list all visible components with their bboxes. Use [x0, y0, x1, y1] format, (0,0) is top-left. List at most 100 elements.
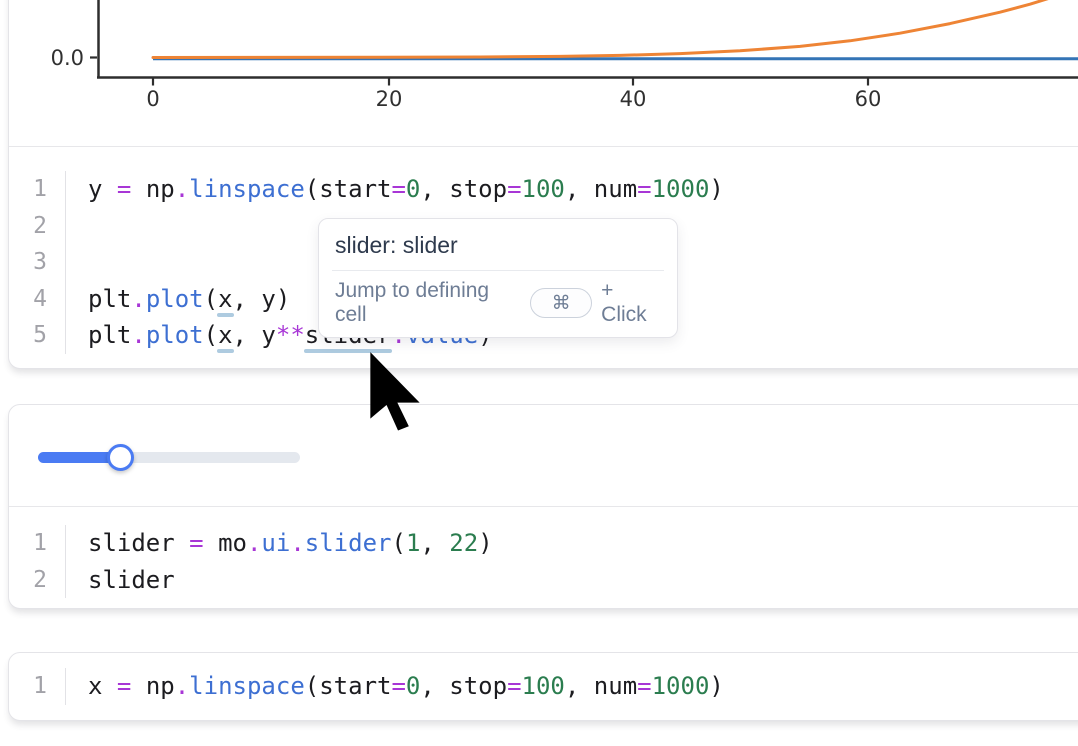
cell-output-divider: [9, 146, 1078, 147]
code-token: =: [637, 672, 651, 700]
code-token: 1: [406, 529, 420, 557]
code-token: x: [88, 672, 102, 700]
code-token: 100: [522, 672, 565, 700]
code-token: .: [175, 672, 189, 700]
code-token: 1000: [652, 672, 710, 700]
code-token: plt: [88, 285, 131, 313]
code-token: =: [391, 175, 405, 203]
code-text[interactable]: slider = mo.ui.slider(1, 22): [66, 529, 493, 557]
code-token: [175, 529, 189, 557]
code-token: ): [709, 175, 723, 203]
variable-tooltip: slider: slider Jump to defining cell ⌘ +…: [318, 218, 678, 338]
code-token: =: [507, 672, 521, 700]
code-token: 0: [406, 175, 420, 203]
code-token: mo: [218, 529, 247, 557]
line-number: 4: [9, 281, 66, 318]
code-token: plot: [146, 285, 204, 313]
code-token: 100: [522, 175, 565, 203]
code-token: .: [131, 321, 145, 349]
code-token: slider: [305, 529, 392, 557]
code-token: 1000: [652, 175, 710, 203]
code-token: **: [276, 321, 305, 349]
slider-track[interactable]: [38, 452, 300, 463]
tooltip-shortcut-suffix: + Click: [601, 279, 663, 327]
code-token: np: [146, 672, 175, 700]
tooltip-action-label: Jump to defining cell: [335, 279, 521, 327]
marimo-notebook: 0.0 0 20 40 60 1y = np.linspace(start=0,…: [0, 0, 1078, 746]
tooltip-title: slider: slider: [319, 219, 677, 270]
code-token: num: [594, 672, 637, 700]
code-editor-x-cell[interactable]: 1x = np.linspace(start=0, stop=100, num=…: [9, 668, 1069, 705]
code-token: ,: [420, 672, 449, 700]
code-token: linspace: [189, 175, 305, 203]
code-token: (: [305, 175, 319, 203]
code-token: (: [391, 529, 405, 557]
code-line[interactable]: 1slider = mo.ui.slider(1, 22): [9, 525, 1069, 562]
code-token: ui: [261, 529, 290, 557]
code-token: num: [594, 175, 637, 203]
code-token: ): [276, 285, 290, 313]
code-token: .: [290, 529, 304, 557]
code-token: [102, 672, 116, 700]
line-number: 3: [9, 244, 66, 281]
tooltip-action-row: Jump to defining cell ⌘ + Click: [319, 271, 677, 337]
code-token: ): [478, 529, 492, 557]
code-token: ): [709, 672, 723, 700]
code-token: plt: [88, 321, 131, 349]
code-token: [102, 175, 116, 203]
code-token: x: [218, 285, 232, 313]
code-token: (: [204, 285, 218, 313]
code-token: stop: [449, 672, 507, 700]
code-text[interactable]: y = np.linspace(start=0, stop=100, num=1…: [66, 175, 724, 203]
mouse-cursor-icon: [369, 351, 423, 434]
code-token: ,: [420, 529, 449, 557]
code-token: 22: [449, 529, 478, 557]
code-token: slider: [88, 529, 175, 557]
code-token: ,: [233, 285, 262, 313]
code-token: =: [391, 672, 405, 700]
code-line[interactable]: 1y = np.linspace(start=0, stop=100, num=…: [9, 171, 1069, 208]
code-token: =: [189, 529, 203, 557]
code-token: plot: [146, 321, 204, 349]
code-token: ,: [420, 175, 449, 203]
code-token: x: [218, 321, 232, 349]
code-line[interactable]: 1x = np.linspace(start=0, stop=100, num=…: [9, 668, 1069, 705]
code-editor-slider-cell[interactable]: 1slider = mo.ui.slider(1, 22)2slider: [9, 525, 1069, 598]
line-number: 1: [9, 525, 66, 562]
code-text[interactable]: plt.plot(x, y): [66, 285, 290, 313]
code-token: start: [319, 672, 391, 700]
line-number: 2: [9, 562, 66, 599]
code-token: [131, 672, 145, 700]
code-token: y: [261, 285, 275, 313]
code-token: y: [261, 321, 275, 349]
code-token: .: [131, 285, 145, 313]
code-token: =: [117, 672, 131, 700]
command-key-badge: ⌘: [530, 288, 592, 318]
code-token: np: [146, 175, 175, 203]
code-token: (: [204, 321, 218, 349]
code-token: =: [507, 175, 521, 203]
code-token: (: [305, 672, 319, 700]
line-number: 5: [9, 317, 66, 354]
code-token: .: [175, 175, 189, 203]
line-number: 1: [9, 668, 66, 705]
code-token: start: [319, 175, 391, 203]
code-token: [204, 529, 218, 557]
code-token: [131, 175, 145, 203]
code-token: ,: [233, 321, 262, 349]
code-text[interactable]: x = np.linspace(start=0, stop=100, num=1…: [66, 672, 724, 700]
code-token: ,: [565, 175, 594, 203]
line-number: 2: [9, 208, 66, 245]
code-token: y: [88, 175, 102, 203]
code-token: stop: [449, 175, 507, 203]
cell-output-divider: [9, 506, 1078, 507]
code-token: .: [247, 529, 261, 557]
code-text[interactable]: slider: [66, 566, 175, 594]
code-line[interactable]: 2 slider: [9, 562, 1069, 599]
code-token: 0: [406, 672, 420, 700]
slider-handle[interactable]: [107, 444, 134, 471]
code-token: slider: [88, 566, 175, 594]
code-token: ,: [565, 672, 594, 700]
code-token: linspace: [189, 672, 305, 700]
line-number: 1: [9, 171, 66, 208]
